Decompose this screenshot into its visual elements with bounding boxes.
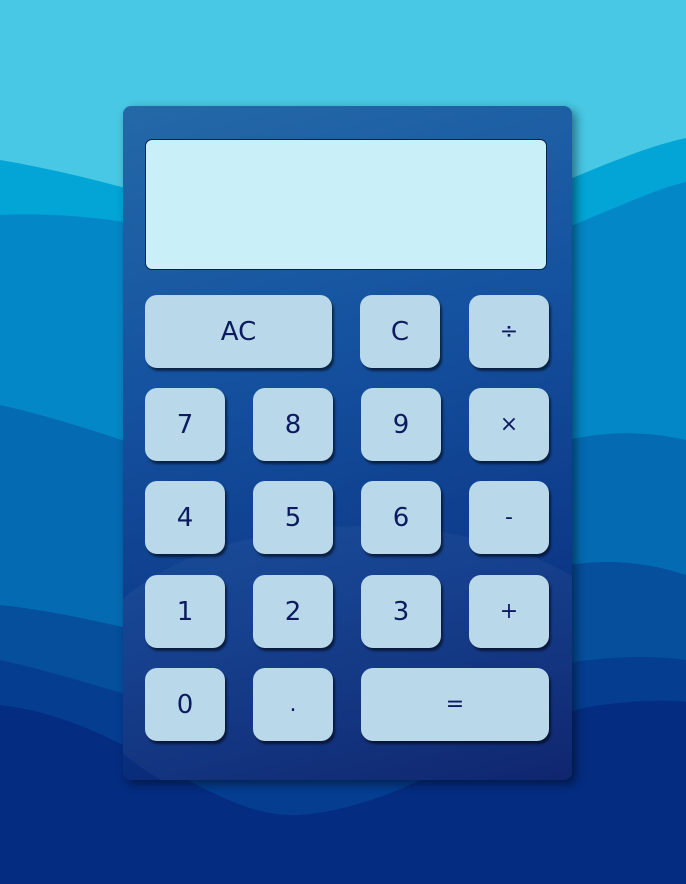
multiply-button[interactable]: ×: [469, 388, 549, 461]
digit-9-button[interactable]: 9: [361, 388, 441, 461]
digit-6-button[interactable]: 6: [361, 481, 441, 554]
calculator-body: AC C ÷ 7 8 9 × 4 5 6 - 1 2 3 + 0 . =: [123, 106, 572, 780]
add-button[interactable]: +: [469, 575, 549, 648]
decimal-button[interactable]: .: [253, 668, 333, 741]
digit-8-button[interactable]: 8: [253, 388, 333, 461]
digit-2-button[interactable]: 2: [253, 575, 333, 648]
digit-4-button[interactable]: 4: [145, 481, 225, 554]
app-background: AC C ÷ 7 8 9 × 4 5 6 - 1 2 3 + 0 . =: [0, 0, 686, 884]
calculator-display: [145, 139, 547, 270]
digit-1-button[interactable]: 1: [145, 575, 225, 648]
digit-5-button[interactable]: 5: [253, 481, 333, 554]
all-clear-button[interactable]: AC: [145, 295, 332, 368]
digit-0-button[interactable]: 0: [145, 668, 225, 741]
divide-button[interactable]: ÷: [469, 295, 549, 368]
digit-7-button[interactable]: 7: [145, 388, 225, 461]
subtract-button[interactable]: -: [469, 481, 549, 554]
clear-button[interactable]: C: [360, 295, 440, 368]
digit-3-button[interactable]: 3: [361, 575, 441, 648]
equals-button[interactable]: =: [361, 668, 549, 741]
